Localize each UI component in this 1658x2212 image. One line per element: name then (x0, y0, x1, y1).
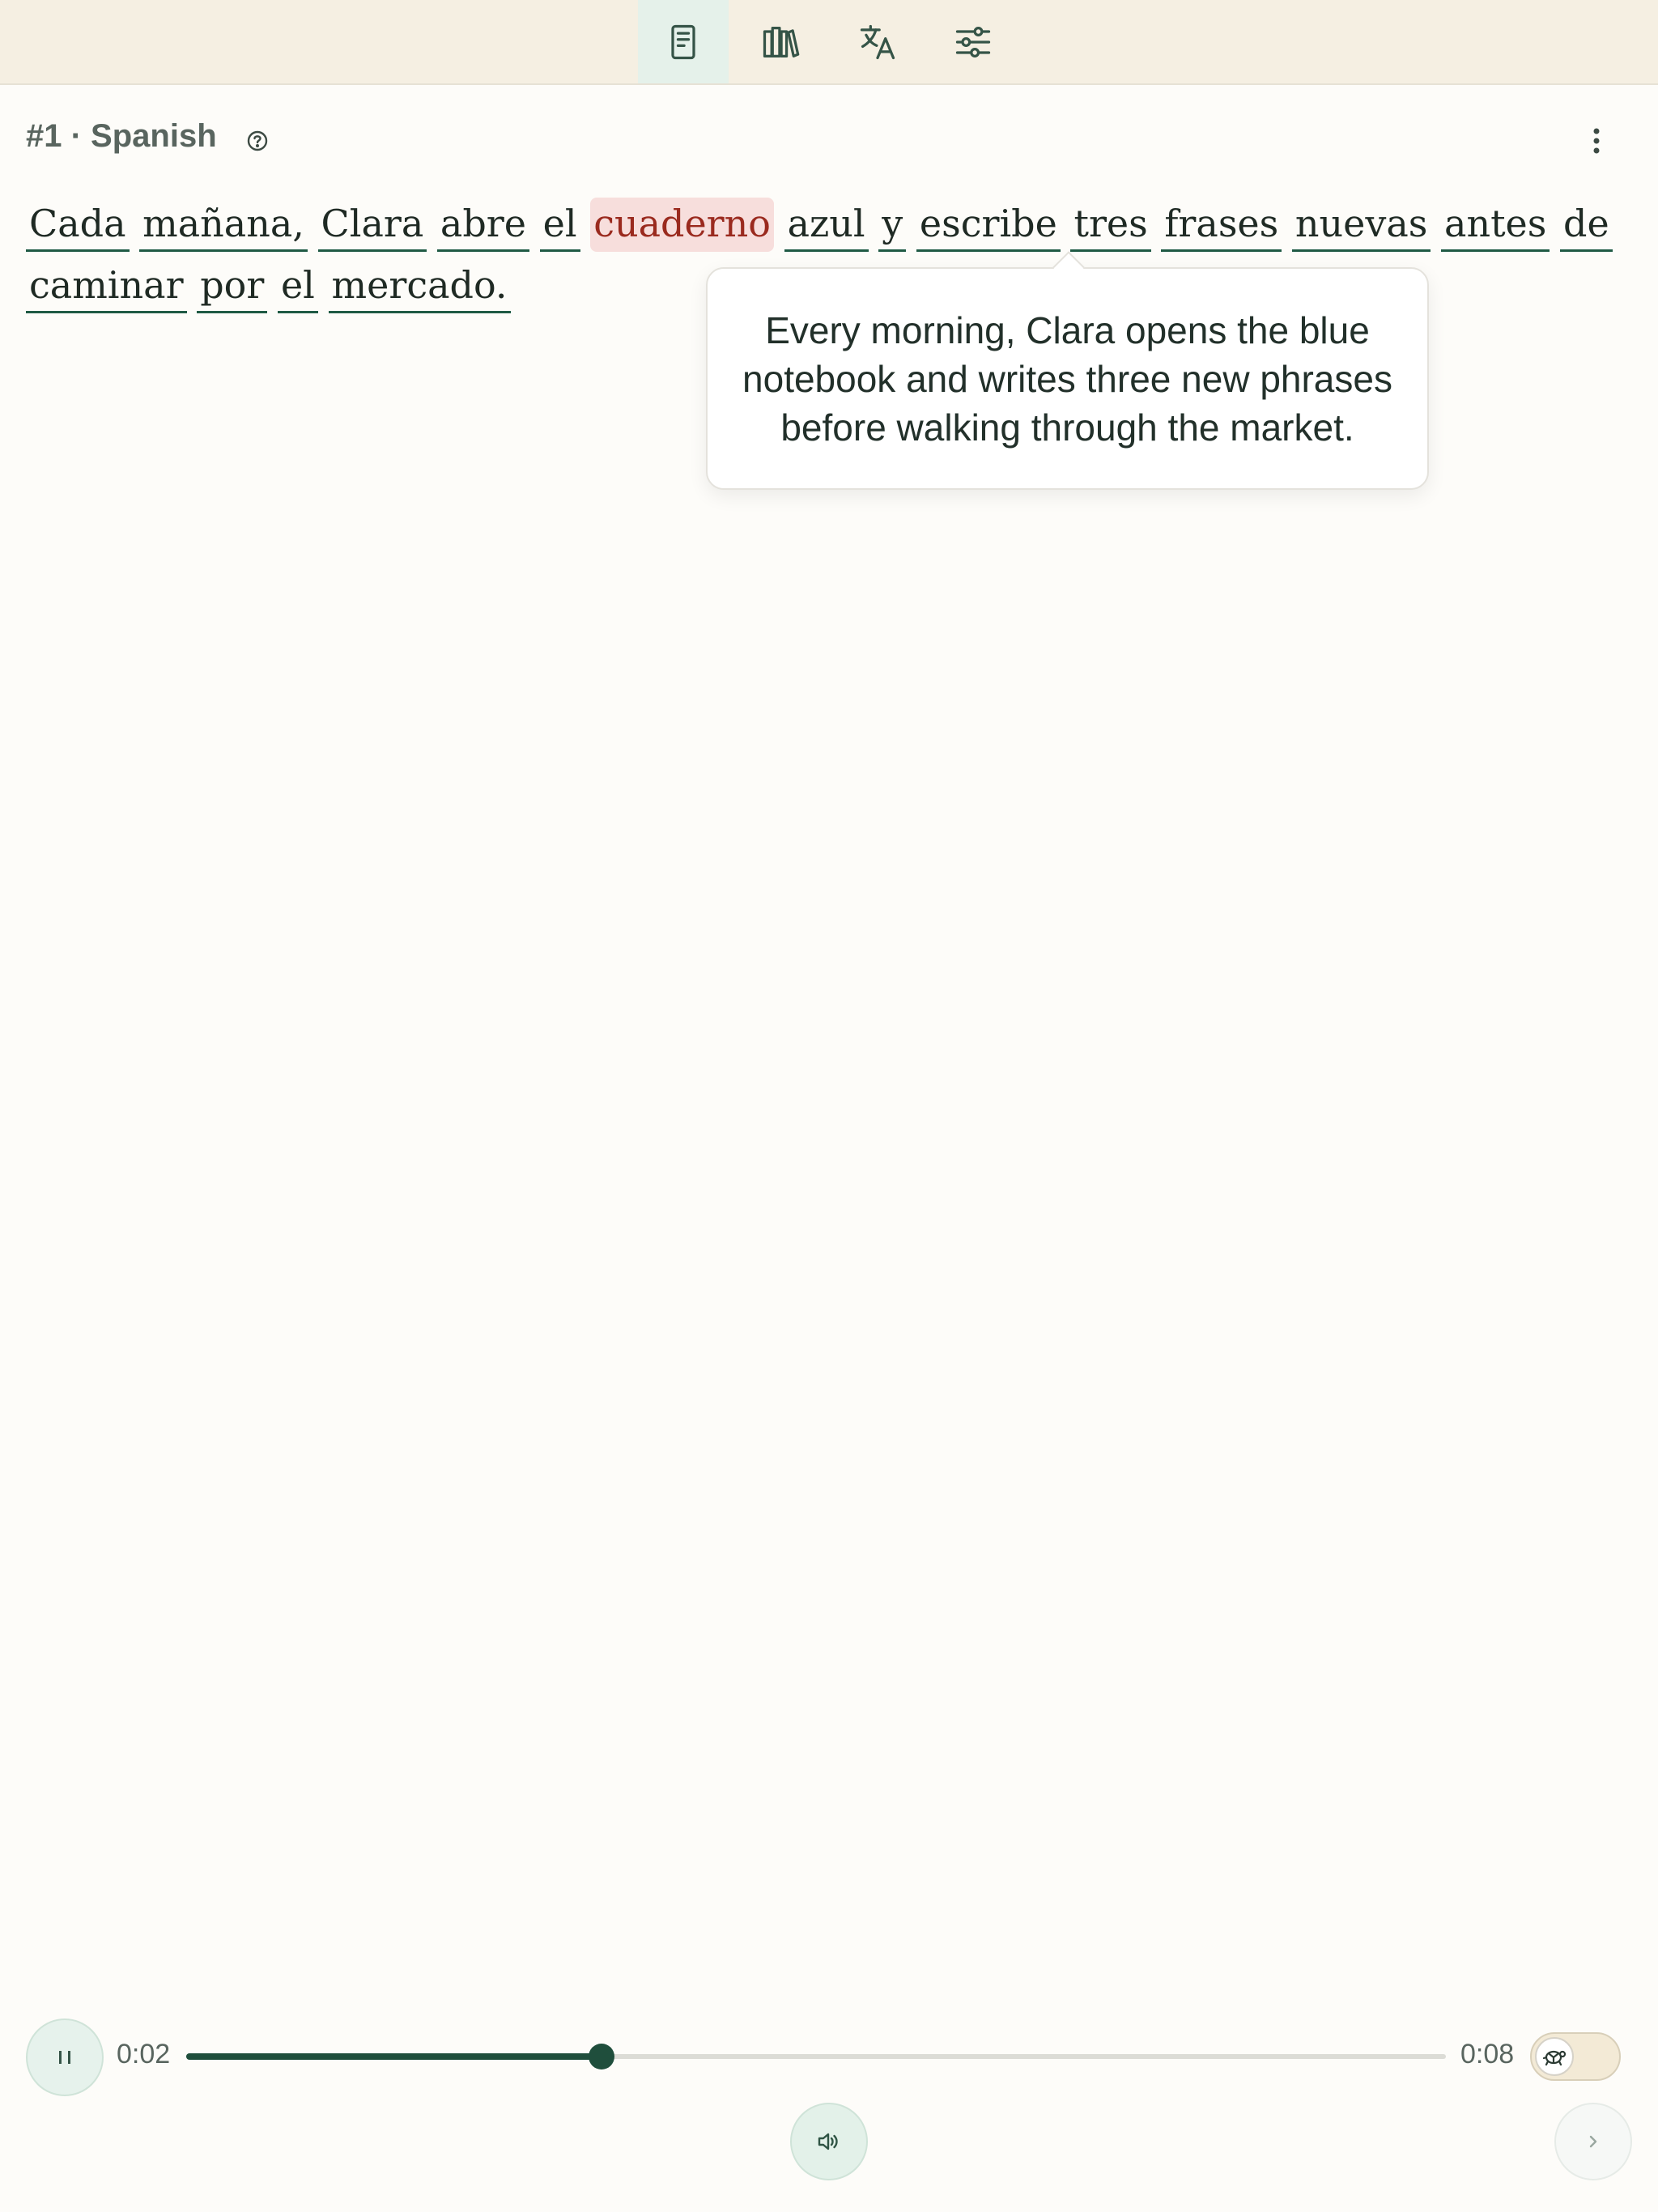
translate-icon (860, 24, 895, 59)
play-audio-button[interactable] (790, 2103, 868, 2180)
sentence-word[interactable]: de (1560, 198, 1613, 252)
current-time: 0:02 (117, 2039, 171, 2069)
slow-speed-toggle[interactable] (1530, 2032, 1621, 2081)
progress-fill (186, 2053, 602, 2060)
tab-library[interactable] (735, 0, 826, 83)
next-sentence-button[interactable] (1554, 2103, 1632, 2180)
library-icon (763, 26, 800, 57)
turtle-icon (1542, 2050, 1567, 2066)
more-vertical-icon[interactable] (1584, 123, 1609, 159)
sentence-word[interactable]: tres (1070, 198, 1151, 252)
sentence-word[interactable]: Clara (317, 198, 427, 252)
sentence-word[interactable]: abre (436, 198, 529, 252)
chevron-right-icon (1589, 2135, 1597, 2148)
progress-thumb[interactable] (589, 2044, 615, 2069)
sentence-word[interactable]: el (277, 259, 318, 313)
sentence-word[interactable]: antes (1441, 198, 1550, 252)
tab-translate[interactable] (832, 0, 923, 83)
sentence-word[interactable]: escribe (916, 198, 1061, 252)
top-nav-bar (0, 0, 1658, 85)
translation-tooltip: Every morning, Clara opens the blue note… (706, 267, 1429, 490)
speaker-icon (818, 2133, 838, 2150)
total-time: 0:08 (1460, 2039, 1515, 2069)
sentence-word[interactable]: y (878, 198, 907, 252)
book-icon (671, 24, 695, 59)
tab-reader[interactable] (638, 0, 729, 83)
sentence-word[interactable]: mañana, (139, 198, 308, 252)
page-title: #1 · Spanish (26, 118, 217, 154)
sentence-word[interactable]: por (197, 259, 268, 313)
question-circle-icon[interactable] (244, 128, 270, 154)
translation-text: Every morning, Clara opens the blue note… (742, 308, 1392, 449)
sentence-word[interactable]: nuevas (1291, 198, 1431, 252)
sentence-word[interactable]: azul (784, 198, 869, 252)
highlighted-word[interactable]: cuaderno (590, 198, 774, 252)
sentence-word[interactable]: caminar (26, 259, 187, 313)
pause-icon (59, 2051, 70, 2064)
sentence-word[interactable]: Cada (26, 198, 130, 252)
sentence-word[interactable]: frases (1161, 198, 1282, 252)
sentence-word[interactable]: el (539, 198, 580, 252)
pause-button[interactable] (26, 2018, 104, 2096)
tab-settings[interactable] (928, 0, 1018, 83)
sentence-word[interactable]: mercado. (328, 259, 511, 313)
sliders-icon (955, 26, 991, 57)
speed-toggle-knob (1535, 2037, 1574, 2076)
